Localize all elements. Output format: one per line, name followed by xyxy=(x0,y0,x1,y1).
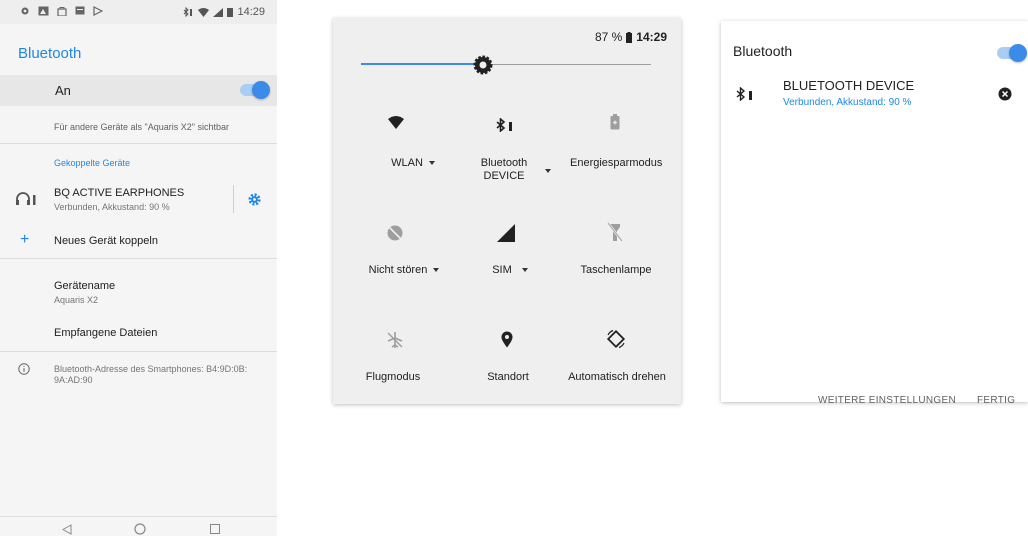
plus-icon: + xyxy=(20,231,30,248)
wifi-status-icon xyxy=(198,7,210,17)
status-time: 14:29 xyxy=(237,6,265,18)
bluetooth-address-line1: Bluetooth-Adresse des Smartphones: B4:9D… xyxy=(54,364,248,374)
brightness-slider[interactable] xyxy=(361,54,651,76)
quick-settings-panel: 87 % 14:29 WLAN Bluetooth DEVICE Energie… xyxy=(333,18,681,404)
headphones-icon xyxy=(16,192,36,205)
visibility-text: Für andere Geräte als "Aquaris X2" sicht… xyxy=(54,122,229,132)
chevron-down-icon xyxy=(428,161,435,166)
done-button[interactable]: FERTIG xyxy=(977,395,1015,406)
recents-icon[interactable] xyxy=(210,524,220,534)
image-icon xyxy=(38,6,49,16)
bluetooth-status-icon xyxy=(182,7,194,17)
play-store-icon xyxy=(93,6,103,16)
message-icon xyxy=(75,6,85,16)
received-files-label: Empfangene Dateien xyxy=(54,327,158,339)
device-name-value: Aquaris X2 xyxy=(54,295,99,305)
signal-status-icon xyxy=(213,7,224,17)
pair-new-device-label: Neues Gerät koppeln xyxy=(54,235,158,247)
battery-saver-icon[interactable] xyxy=(610,114,620,130)
gear-icon[interactable] xyxy=(248,193,261,206)
status-bar: 87 % 14:29 xyxy=(595,30,667,44)
divider xyxy=(0,351,277,352)
paired-device-name: BQ ACTIVE EARPHONES xyxy=(54,187,185,199)
navigation-bar xyxy=(0,516,277,536)
home-icon[interactable] xyxy=(134,523,146,535)
bluetooth-toggle[interactable] xyxy=(997,44,1027,62)
divider xyxy=(0,258,277,259)
battery-status-icon xyxy=(227,7,234,17)
battery-icon xyxy=(626,31,633,43)
bluetooth-settings-screen: 14:29 Bluetooth An Für andere Geräte als… xyxy=(0,0,277,536)
paired-device-row[interactable]: BQ ACTIVE EARPHONES Verbunden, Akkustand… xyxy=(0,180,277,220)
tile-flashlight-label[interactable]: Taschenlampe xyxy=(570,264,662,276)
more-settings-button[interactable]: WEITERE EINSTELLUNGEN xyxy=(818,395,956,406)
back-icon[interactable] xyxy=(62,524,72,535)
tile-battery-saver-label[interactable]: Energiesparmodus xyxy=(570,157,662,169)
tile-location-label[interactable]: Standort xyxy=(470,371,546,383)
location-icon[interactable] xyxy=(501,331,513,348)
rotate-icon[interactable] xyxy=(606,329,626,349)
bluetooth-address-line2: 9A:AD:90 xyxy=(54,375,93,385)
do-not-disturb-icon[interactable] xyxy=(386,224,404,242)
dialog-device-name[interactable]: BLUETOOTH DEVICE xyxy=(783,78,914,93)
chevron-down-icon xyxy=(433,268,440,273)
battery-percent: 87 % xyxy=(594,30,623,44)
tile-auto-rotate-label[interactable]: Automatisch drehen xyxy=(567,371,667,383)
paired-device-status: Verbunden, Akkustand: 90 % xyxy=(54,202,170,212)
paired-devices-header: Gekoppelte Geräte xyxy=(54,158,131,168)
divider xyxy=(233,185,234,213)
tile-wifi-label[interactable]: WLAN xyxy=(373,157,453,169)
bag-icon xyxy=(57,6,67,16)
toggle-label: An xyxy=(55,83,71,98)
received-files-row[interactable]: Empfangene Dateien xyxy=(0,321,277,345)
close-icon[interactable] xyxy=(998,87,1012,101)
bluetooth-dialog: Bluetooth BLUETOOTH DEVICE Verbunden, Ak… xyxy=(721,21,1028,406)
notification-icons xyxy=(20,6,103,16)
bluetooth-icon[interactable] xyxy=(495,118,517,132)
pair-new-device-row[interactable]: + Neues Gerät koppeln xyxy=(0,229,277,255)
slider-fill xyxy=(361,63,483,65)
device-name-label: Gerätename xyxy=(54,280,116,292)
tile-bluetooth-label[interactable]: Bluetooth DEVICE xyxy=(470,157,538,183)
gear-icon xyxy=(20,6,30,16)
tile-airplane-label[interactable]: Flugmodus xyxy=(353,371,433,383)
bluetooth-icon xyxy=(735,87,757,101)
page-title: Bluetooth xyxy=(18,45,82,62)
chevron-down-icon xyxy=(521,268,528,273)
tile-do-not-disturb-label[interactable]: Nicht stören xyxy=(359,264,449,276)
signal-icon[interactable] xyxy=(497,224,515,242)
bluetooth-toggle[interactable] xyxy=(240,81,270,99)
dialog-title: Bluetooth xyxy=(733,43,793,59)
airplane-icon[interactable] xyxy=(386,331,404,349)
chevron-down-icon[interactable] xyxy=(545,169,551,173)
status-time: 14:29 xyxy=(636,30,667,44)
brightness-icon[interactable] xyxy=(472,54,494,76)
divider xyxy=(0,143,277,144)
status-icons: 14:29 xyxy=(182,6,265,18)
wifi-icon[interactable] xyxy=(388,116,404,130)
flashlight-off-icon[interactable] xyxy=(607,222,623,242)
dialog-device-status: Verbunden, Akkustand: 90 % xyxy=(783,97,912,108)
status-bar: 14:29 xyxy=(0,0,277,24)
info-icon xyxy=(18,363,30,375)
device-name-row[interactable]: Gerätename Aquaris X2 xyxy=(0,276,277,310)
tile-sim-label[interactable]: SIM xyxy=(475,264,545,276)
bluetooth-toggle-row[interactable]: An xyxy=(0,75,277,106)
